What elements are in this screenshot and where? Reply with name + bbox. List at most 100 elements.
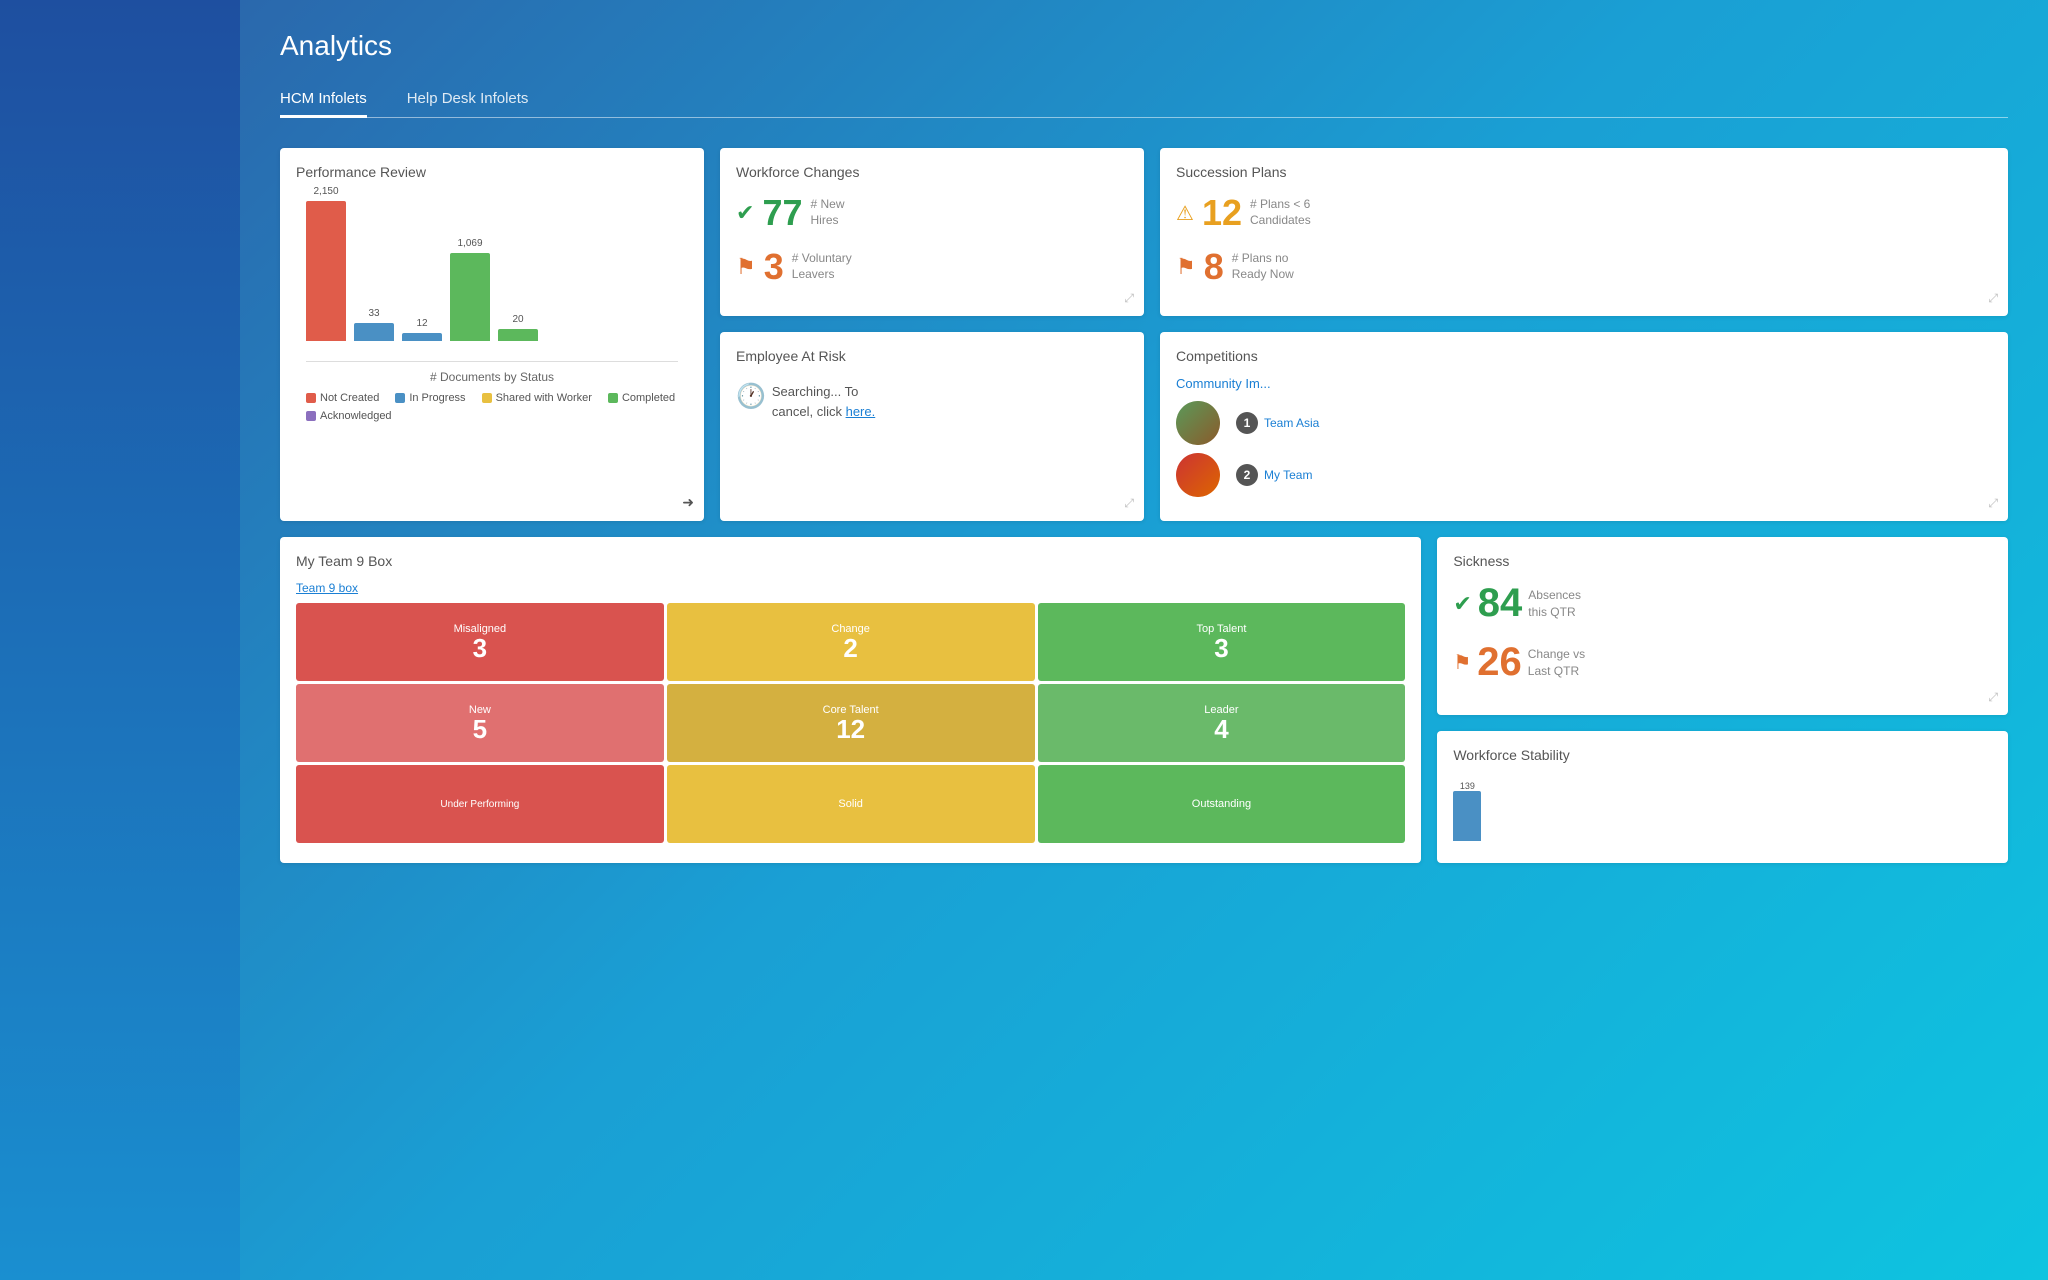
workforce-changes-title: Workforce Changes: [736, 164, 1128, 180]
sickness-card: Sickness ✔ 84 Absencesthis QTR ⚑ 26 Chan…: [1437, 537, 2008, 715]
competitions-title: Competitions: [1176, 348, 1992, 364]
bar-20: 20: [498, 314, 538, 341]
absences-metric: ✔ 84 Absencesthis QTR: [1453, 581, 1992, 626]
tab-helpdesk-infolets[interactable]: Help Desk Infolets: [407, 82, 529, 117]
leavers-label: # VoluntaryLeavers: [792, 251, 852, 282]
cell-solid-label: Solid: [838, 798, 862, 810]
my-team-rank: 2: [1236, 464, 1258, 486]
change-label: Change vsLast QTR: [1528, 646, 1585, 680]
new-hires-number: 77: [762, 192, 802, 234]
arrow-icon-perf[interactable]: ➜: [682, 494, 694, 511]
legend-shared: Shared with Worker: [482, 392, 592, 404]
legend-label-not-created: Not Created: [320, 392, 379, 404]
voluntary-leavers-row: ⚑ 3 # VoluntaryLeavers: [736, 246, 1128, 288]
workforce-stability-card: Workforce Stability 139: [1437, 731, 2008, 863]
cell-new[interactable]: New 5: [296, 684, 664, 762]
succession-plans-title: Succession Plans: [1176, 164, 1992, 180]
new-hires-row: ✔ 77 # NewHires: [736, 192, 1128, 234]
plans-less-6-row: ⚠ 12 # Plans < 6Candidates: [1176, 192, 1992, 234]
change-number: 26: [1477, 640, 1522, 685]
performance-review-card: Performance Review 2,150 33 12: [280, 148, 704, 521]
bar-green-20: [498, 329, 538, 341]
check-icon: ✔: [736, 200, 754, 226]
bar-not-created: 2,150: [306, 186, 346, 341]
legend-acknowledged: Acknowledged: [306, 410, 392, 422]
legend-in-progress: In Progress: [395, 392, 465, 404]
team-asia-name: Team Asia: [1264, 416, 1319, 430]
cell-new-number: 5: [473, 716, 487, 742]
expand-icon-comp[interactable]: ⤢: [1988, 496, 1998, 511]
legend-completed: Completed: [608, 392, 675, 404]
plans-no-ready-number: 8: [1204, 246, 1224, 288]
plans-less-6-number: 12: [1202, 192, 1242, 234]
leavers-number: 3: [764, 246, 784, 288]
expand-icon-risk[interactable]: ⤢: [1124, 496, 1134, 511]
my-team-9-box-title: My Team 9 Box: [296, 553, 1405, 569]
stability-bar-container: 139: [1453, 775, 1992, 847]
legend-label-acknowledged: Acknowledged: [320, 410, 392, 422]
my-team-name: My Team: [1264, 468, 1312, 482]
legend-label-completed: Completed: [622, 392, 675, 404]
legend-dot-blue: [395, 393, 405, 403]
legend-label-in-progress: In Progress: [409, 392, 465, 404]
cell-change[interactable]: Change 2: [667, 603, 1035, 681]
plans-no-ready-label: # Plans noReady Now: [1232, 251, 1294, 282]
cell-core-talent[interactable]: Core Talent 12: [667, 684, 1035, 762]
check-icon-sickness: ✔: [1453, 591, 1471, 617]
cell-leader-number: 4: [1214, 716, 1228, 742]
stability-bar-label-139: 139: [1460, 781, 1475, 791]
cell-change-number: 2: [843, 635, 857, 661]
expand-icon[interactable]: ⤢: [1124, 291, 1134, 306]
my-team-avatar: [1176, 453, 1220, 497]
top-cards-grid: Workforce Changes ✔ 77 # NewHires ⚑ 3 # …: [280, 148, 2008, 521]
cell-top-talent[interactable]: Top Talent 3: [1038, 603, 1406, 681]
clock-icon: 🕐: [736, 382, 766, 411]
tab-hcm-infolets[interactable]: HCM Infolets: [280, 82, 367, 118]
bar-12: 12: [402, 318, 442, 341]
stability-bar-1: 139: [1453, 781, 1481, 841]
competition-team-asia: 1 Team Asia: [1176, 401, 1992, 445]
new-hires-label: # NewHires: [810, 197, 844, 228]
page-title: Analytics: [280, 30, 2008, 62]
main-content: Analytics HCM Infolets Help Desk Infolet…: [240, 0, 2048, 893]
cell-outstanding[interactable]: Outstanding: [1038, 765, 1406, 843]
performance-review-title: Performance Review: [296, 164, 688, 180]
expand-icon-succession[interactable]: ⤢: [1988, 291, 1998, 306]
bar-label-1069: 1,069: [457, 238, 482, 249]
searching-container: 🕐 Searching... Tocancel, click here.: [736, 376, 1128, 427]
succession-plans-card: Succession Plans ⚠ 12 # Plans < 6Candida…: [1160, 148, 2008, 316]
competition-link[interactable]: Community Im...: [1176, 376, 1992, 391]
cell-under-performing[interactable]: Under Performing: [296, 765, 664, 843]
bar-label-20: 20: [512, 314, 523, 325]
bar-label-2150: 2,150: [313, 186, 338, 197]
expand-icon-sickness[interactable]: ⤢: [1988, 690, 1998, 705]
team-9-box-link[interactable]: Team 9 box: [296, 581, 1405, 595]
legend-dot-purple: [306, 411, 316, 421]
here-link[interactable]: here.: [846, 404, 876, 419]
legend-dot-green: [608, 393, 618, 403]
flag-icon-plans: ⚑: [1176, 254, 1196, 280]
cell-under-performing-label: Under Performing: [440, 799, 519, 810]
bar-chart: 2,150 33 12 1,069: [306, 202, 678, 362]
tabs-bar: HCM Infolets Help Desk Infolets: [280, 82, 2008, 118]
searching-text: Searching... Tocancel, click here.: [772, 382, 875, 421]
sidebar: [0, 0, 240, 1280]
bar-33: 33: [354, 308, 394, 341]
cell-leader[interactable]: Leader 4: [1038, 684, 1406, 762]
cell-misaligned[interactable]: Misaligned 3: [296, 603, 664, 681]
nine-box-grid: Misaligned 3 Change 2 Top Talent 3 New 5: [296, 603, 1405, 843]
cell-top-talent-number: 3: [1214, 635, 1228, 661]
bar-1069: 1,069: [450, 238, 490, 341]
flag-icon-sickness: ⚑: [1453, 650, 1471, 675]
absences-label: Absencesthis QTR: [1528, 587, 1581, 621]
change-metric: ⚑ 26 Change vsLast QTR: [1453, 640, 1992, 685]
legend-not-created: Not Created: [306, 392, 379, 404]
chart-title: # Documents by Status: [306, 370, 678, 384]
cell-misaligned-number: 3: [473, 635, 487, 661]
cell-core-talent-number: 12: [836, 716, 865, 742]
competition-my-team: 2 My Team: [1176, 453, 1992, 497]
workforce-stability-title: Workforce Stability: [1453, 747, 1992, 763]
legend-dot-yellow: [482, 393, 492, 403]
team-asia-rank: 1: [1236, 412, 1258, 434]
cell-solid[interactable]: Solid: [667, 765, 1035, 843]
